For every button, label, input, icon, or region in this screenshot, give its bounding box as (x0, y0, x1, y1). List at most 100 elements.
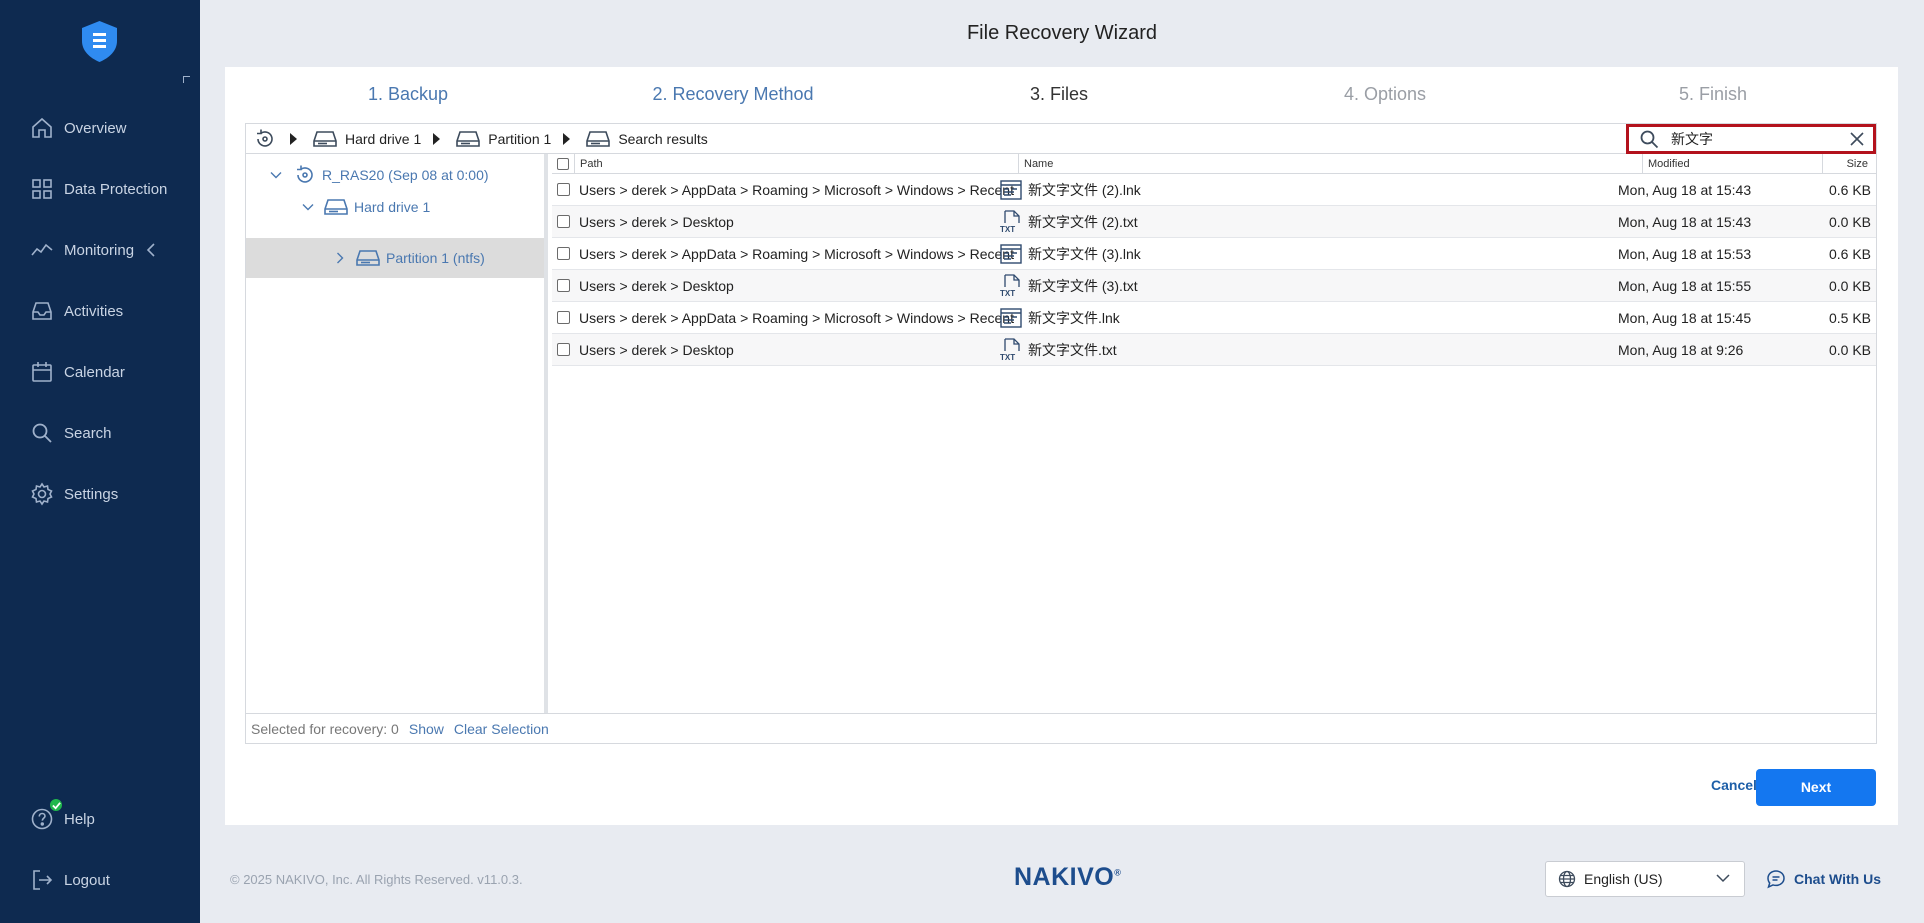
globe-icon (1558, 870, 1576, 888)
breadcrumb-label: Hard drive 1 (345, 130, 422, 147)
cell-size: 0.0 KB (1828, 342, 1871, 358)
file-name: 新文字文件 (2).txt (1028, 214, 1138, 230)
next-button[interactable]: Next (1756, 769, 1876, 806)
column-header-modified[interactable]: Modified (1642, 154, 1822, 174)
clear-search-icon[interactable] (1849, 131, 1865, 147)
row-checkbox[interactable] (557, 247, 570, 260)
cell-modified: Mon, Aug 18 at 15:43 (1618, 182, 1752, 198)
sidebar-item-monitoring[interactable]: Monitoring (30, 235, 166, 265)
search-icon (1640, 130, 1659, 149)
backup-restore-icon (297, 165, 313, 183)
chevron-left-icon (146, 243, 155, 257)
cell-name: 新文字文件 (2).lnk (1000, 174, 1141, 206)
sidebar-item-settings[interactable]: Settings (30, 479, 118, 509)
tree-item-partition[interactable]: Partition 1 (ntfs) (246, 238, 544, 278)
tree-item-label: Hard drive 1 (354, 199, 431, 215)
sidebar-item-overview[interactable]: Overview (30, 113, 127, 143)
search-value[interactable]: 新文字 (1671, 129, 1849, 149)
sidebar-item-data-protection[interactable]: Data Protection (30, 174, 167, 204)
sidebar-item-label: Overview (64, 119, 127, 137)
breadcrumb-partition[interactable]: Partition 1 (456, 130, 551, 148)
chevron-down-icon[interactable] (302, 201, 314, 213)
chat-label: Chat With Us (1794, 871, 1881, 887)
clear-selection-link[interactable]: Clear Selection (454, 721, 549, 737)
table-row[interactable]: Users > derek > Desktop TXT 新文字文件 (2).txt M… (552, 206, 1876, 238)
cell-path: Users > derek > Desktop (579, 342, 734, 358)
table-row[interactable]: Users > derek > AppData > Roaming > Micr… (552, 174, 1876, 206)
show-selection-link[interactable]: Show (409, 721, 444, 737)
search-input[interactable]: 新文字 (1626, 124, 1876, 154)
inbox-icon (32, 302, 52, 320)
nakivo-shield-logo-icon[interactable] (82, 21, 117, 62)
breadcrumb-hard-drive[interactable]: Hard drive 1 (313, 130, 421, 148)
cell-path: Users > derek > AppData > Roaming > Micr… (579, 310, 1014, 326)
text-file-icon: TXT (1000, 210, 1022, 234)
sidebar-item-label: Help (64, 810, 95, 828)
table-row[interactable]: Users > derek > AppData > Roaming > Micr… (552, 238, 1876, 270)
selection-bar: Selected for recovery: 0 Show Clear Sele… (246, 713, 1876, 743)
table-row[interactable]: Users > derek > Desktop TXT 新文字文件 (3).txt M… (552, 270, 1876, 302)
sidebar-item-logout[interactable]: Logout (30, 865, 110, 895)
chat-with-us-button[interactable]: Chat With Us (1766, 867, 1881, 891)
breadcrumb-separator-icon (433, 132, 441, 145)
row-checkbox[interactable] (557, 311, 570, 324)
hard-drive-icon (313, 130, 337, 147)
cell-size: 0.0 KB (1828, 278, 1871, 294)
cell-size: 0.6 KB (1828, 182, 1871, 198)
collapse-sidebar-icon[interactable] (183, 76, 190, 83)
chevron-down-icon[interactable] (270, 169, 282, 181)
step-finish: 5. Finish (1678, 84, 1748, 104)
chevron-right-icon[interactable] (334, 252, 346, 264)
row-checkbox[interactable] (557, 183, 570, 196)
hard-drive-icon (324, 199, 348, 215)
backup-restore-icon[interactable] (254, 128, 276, 150)
search-icon (32, 423, 52, 443)
column-header-size[interactable]: Size (1822, 154, 1876, 174)
check-badge-icon (48, 797, 64, 813)
table-header: Path Name Modified Size (552, 154, 1876, 174)
row-checkbox[interactable] (557, 215, 570, 228)
sidebar-item-activities[interactable]: Activities (30, 296, 123, 326)
tree-item-hard-drive[interactable]: Hard drive 1 (246, 190, 544, 224)
wizard-title: File Recovery Wizard (966, 22, 1158, 44)
sidebar-item-calendar[interactable]: Calendar (30, 357, 125, 387)
cell-name: TXT 新文字文件.txt (1000, 334, 1117, 366)
breadcrumb: Hard drive 1 Partition 1 Search results … (246, 124, 1876, 154)
tree-item-recovery-point[interactable]: R_RAS20 (Sep 08 at 0:00) (246, 158, 544, 192)
table-row[interactable]: Users > derek > Desktop TXT 新文字文件.txt Mon, … (552, 334, 1876, 366)
file-name: 新文字文件 (2).lnk (1028, 182, 1141, 198)
cell-modified: Mon, Aug 18 at 15:43 (1618, 214, 1752, 230)
calendar-icon (32, 362, 52, 382)
logout-icon (33, 870, 53, 890)
breadcrumb-separator-icon (290, 132, 297, 145)
cell-path: Users > derek > Desktop (579, 278, 734, 294)
select-all-checkbox[interactable] (557, 158, 569, 170)
backup-tree: R_RAS20 (Sep 08 at 0:00) Hard drive 1 Pa… (246, 154, 548, 714)
pulse-icon (31, 243, 53, 256)
step-recovery-method[interactable]: 2. Recovery Method (652, 84, 813, 105)
cell-name: 新文字文件.lnk (1000, 302, 1120, 334)
nakivo-logo: NAKIVO® (1014, 863, 1121, 892)
step-backup[interactable]: 1. Backup (368, 84, 448, 105)
gear-icon (31, 482, 53, 506)
breadcrumb-separator-icon (563, 132, 571, 145)
column-header-path[interactable]: Path (574, 154, 1018, 174)
row-checkbox[interactable] (557, 279, 570, 292)
cell-path: Users > derek > Desktop (579, 214, 734, 230)
svg-text:TXT: TXT (1000, 225, 1015, 234)
sidebar-item-search[interactable]: Search (30, 418, 112, 448)
column-header-name[interactable]: Name (1018, 154, 1442, 174)
wizard-panel: 1. Backup 2. Recovery Method 3. Files 4.… (225, 67, 1898, 825)
table-row[interactable]: Users > derek > AppData > Roaming > Micr… (552, 302, 1876, 334)
text-file-icon: TXT (1000, 274, 1022, 298)
language-select[interactable]: English (US) (1545, 861, 1745, 897)
sidebar-item-label: Activities (64, 302, 124, 320)
file-name: 新文字文件.lnk (1028, 310, 1120, 326)
hard-drive-icon (356, 250, 380, 266)
sidebar: Overview Data Protection Monitoring Acti… (0, 0, 200, 923)
cell-size: 0.0 KB (1828, 214, 1871, 230)
sidebar-item-help[interactable]: Help (30, 797, 95, 834)
row-checkbox[interactable] (557, 343, 570, 356)
wizard-steps: 1. Backup 2. Recovery Method 3. Files 4.… (225, 84, 1898, 110)
cell-modified: Mon, Aug 18 at 9:26 (1618, 342, 1744, 358)
